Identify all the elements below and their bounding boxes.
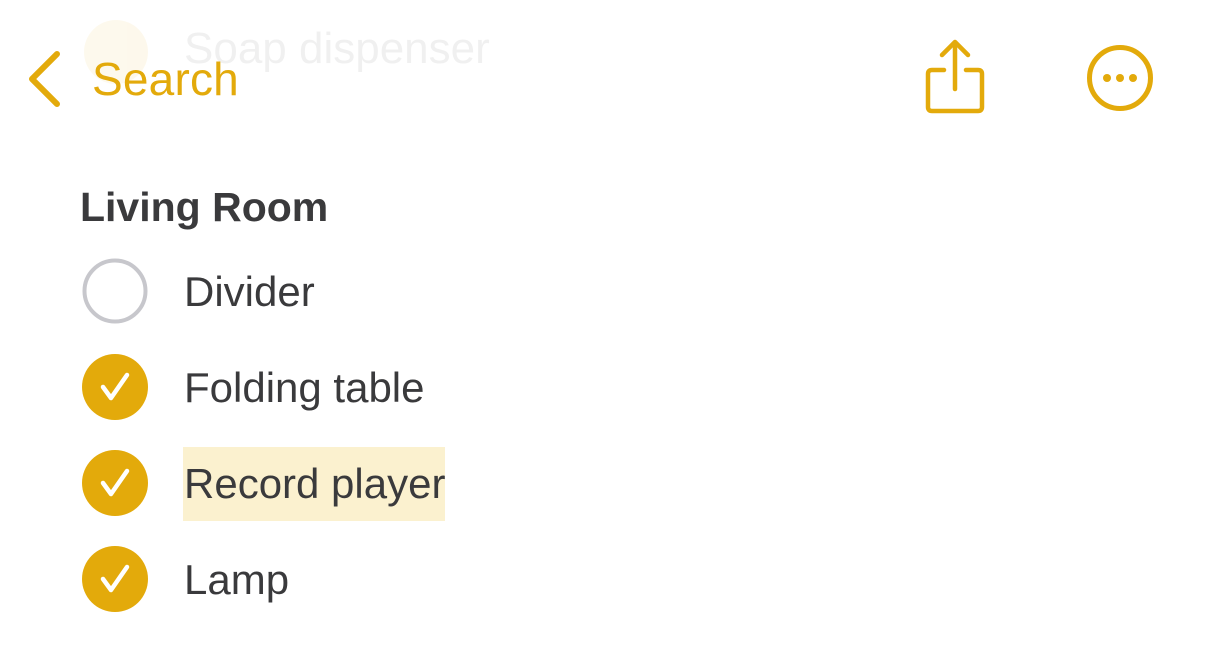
ellipsis-circle-icon — [1087, 45, 1153, 111]
section-heading: Living Room — [80, 184, 329, 230]
checklist-item: Folding table — [80, 348, 1140, 444]
checklist: Divider Folding table Record player Lamp — [80, 252, 1140, 636]
checklist-item-label-highlighted[interactable]: Record player — [183, 447, 446, 521]
checkbox-checked[interactable] — [82, 546, 148, 612]
checkmark-circle-icon — [82, 546, 148, 612]
share-button[interactable] — [922, 38, 988, 118]
back-button[interactable]: Search — [26, 44, 239, 114]
back-button-label: Search — [92, 53, 239, 105]
empty-circle-icon — [82, 258, 148, 324]
checklist-item: Divider — [80, 252, 1140, 348]
checkmark-circle-icon — [82, 450, 148, 516]
checkmark-circle-icon — [82, 354, 148, 420]
checkbox-unchecked[interactable] — [82, 258, 148, 324]
checklist-item-label[interactable]: Lamp — [184, 554, 289, 606]
share-icon — [925, 39, 985, 114]
checklist-item: Lamp — [80, 540, 1140, 636]
more-options-button[interactable] — [1086, 44, 1154, 112]
notes-checklist-screen: Soap dispenser Search Living Room Divide… — [0, 0, 1206, 668]
checkbox-checked[interactable] — [82, 354, 148, 420]
checklist-item-label[interactable]: Divider — [184, 266, 315, 318]
checklist-item: Record player — [80, 444, 1140, 540]
checklist-item-label[interactable]: Folding table — [184, 362, 425, 414]
chevron-left-icon — [29, 51, 60, 107]
checkbox-checked[interactable] — [82, 450, 148, 516]
